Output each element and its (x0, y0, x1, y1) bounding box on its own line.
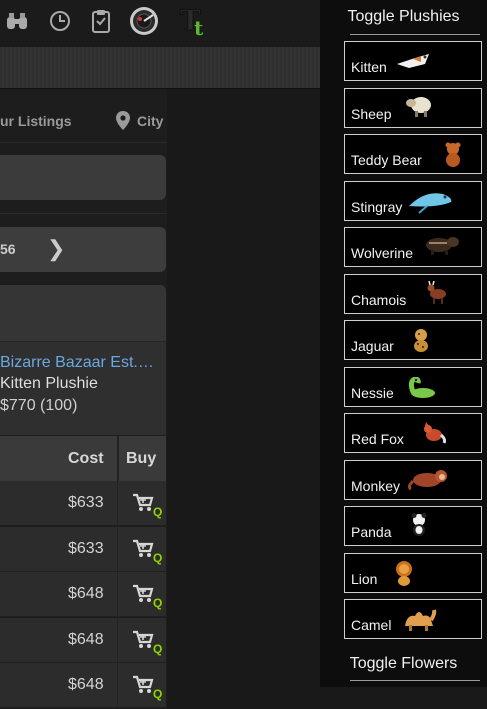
cart-icon (133, 584, 154, 602)
quick-buy-button[interactable]: Q (132, 630, 164, 658)
quick-buy-button[interactable]: Q (132, 539, 164, 567)
plushie-toggle-chamois[interactable]: Chamois (344, 273, 482, 314)
quick-buy-button[interactable]: Q (132, 493, 164, 521)
column-divider (117, 663, 118, 708)
item-name: Kitten Plushie (0, 375, 98, 392)
pagination-bar: 56 ❯ (0, 227, 166, 272)
plushie-toggle-panel: Toggle Plushies Kitten Sheep Teddy Bear Sti… (320, 0, 487, 687)
column-divider (117, 617, 118, 663)
cart-icon (133, 539, 154, 557)
clipboard-icon[interactable] (86, 6, 116, 36)
plushie-label: Monkey (351, 477, 401, 494)
buy-column-header: Buy (126, 450, 157, 467)
column-divider (117, 572, 118, 617)
table-row: $633 Q (0, 526, 166, 572)
plushie-toggle-red-fox[interactable]: Red Fox (344, 413, 482, 453)
plushie-label: Camel (351, 617, 392, 633)
card-header (0, 285, 166, 341)
plushie-toggle-camel[interactable]: Camel (344, 599, 482, 639)
plushie-toggle-stingray[interactable]: Stingray (344, 180, 482, 221)
market-nav: ur Listings City (0, 99, 167, 143)
table-header: Cost Buy (0, 436, 166, 481)
plushie-label: Chamois (351, 291, 407, 308)
plushie-toggle-wolverine[interactable]: Wolverine (344, 227, 482, 267)
location-pin-icon (116, 111, 130, 133)
cart-icon (133, 675, 154, 693)
listing-cost: $648 (68, 676, 104, 693)
plushie-toggle-jaguar[interactable]: Jaguar (344, 320, 482, 360)
city-link[interactable]: City (137, 113, 163, 129)
quick-buy-label: Q (153, 641, 163, 656)
market-panel: ur Listings City 56 ❯ Bizarre Bazaar Est… (0, 89, 167, 709)
column-divider (117, 526, 118, 572)
plushie-toggle-monkey[interactable]: Monkey (344, 459, 482, 500)
table-row: $648 Q (0, 617, 166, 663)
binoculars-icon[interactable] (2, 6, 32, 36)
quick-buy-label: Q (153, 687, 163, 701)
plushie-label: Red Fox (351, 431, 404, 447)
next-page-button[interactable]: ❯ (47, 236, 65, 262)
divider (0, 142, 167, 143)
your-listings-link[interactable]: ur Listings (0, 113, 72, 129)
quick-buy-label: Q (153, 550, 163, 565)
divider (350, 680, 480, 681)
listing-cost: $633 (68, 494, 104, 511)
plushie-toggle-lion[interactable]: Lion (344, 552, 482, 593)
toggle-flowers-button[interactable]: Toggle Flowers (320, 655, 487, 673)
logo-small-letter: t (194, 16, 204, 40)
cost-column-header[interactable]: Cost (68, 450, 104, 468)
plushie-label: Wolverine (351, 245, 413, 261)
table-row: $633 Q (0, 481, 166, 526)
plushie-label: Sheep (351, 105, 392, 122)
plushie-label: Jaguar (351, 338, 394, 354)
quick-buy-button[interactable]: Q (132, 584, 164, 612)
plushie-toggle-sheep[interactable]: Sheep (344, 87, 482, 128)
plushie-toggle-kitten[interactable]: Kitten (344, 41, 482, 81)
quick-buy-label: Q (153, 596, 163, 610)
divider (350, 34, 480, 35)
item-price: $770 (100) (0, 397, 78, 414)
plushie-label: Panda (351, 524, 392, 540)
plushie-label: Lion (351, 570, 378, 587)
search-box[interactable] (0, 155, 166, 200)
page-number[interactable]: 56 (0, 241, 16, 257)
shop-name-link[interactable]: Bizarre Bazaar Est.2… (0, 354, 162, 372)
item-card: Bizarre Bazaar Est.2… Kitten Plushie $77… (0, 285, 166, 435)
radar-icon[interactable] (129, 6, 159, 36)
cart-icon (133, 630, 154, 648)
cart-icon (133, 493, 154, 511)
clock-icon[interactable] (45, 6, 75, 36)
plushie-toggle-nessie[interactable]: Nessie (344, 366, 482, 407)
listing-cost: $648 (68, 630, 104, 648)
divider (0, 341, 166, 342)
plushie-toggle-panda[interactable]: Panda (344, 506, 482, 546)
plushie-label: Nessie (351, 384, 394, 401)
plushie-label: Teddy Bear (351, 152, 422, 168)
listing-cost: $648 (68, 585, 104, 602)
plushie-label: Stingray (351, 198, 403, 215)
toggle-plushies-button[interactable]: Toggle Plushies (320, 8, 487, 26)
table-row: $648 Q (0, 572, 166, 617)
listing-cost: $633 (68, 539, 104, 557)
column-divider (117, 481, 118, 526)
quick-buy-label: Q (153, 505, 163, 519)
column-divider (117, 436, 119, 481)
torn-logo[interactable]: T t (178, 4, 212, 41)
table-row: $648 Q (0, 663, 166, 708)
plushie-toggle-teddy-bear[interactable]: Teddy Bear (344, 134, 482, 174)
quick-buy-button[interactable]: Q (132, 675, 164, 703)
plushie-label: Kitten (351, 59, 387, 75)
divider (0, 213, 167, 214)
